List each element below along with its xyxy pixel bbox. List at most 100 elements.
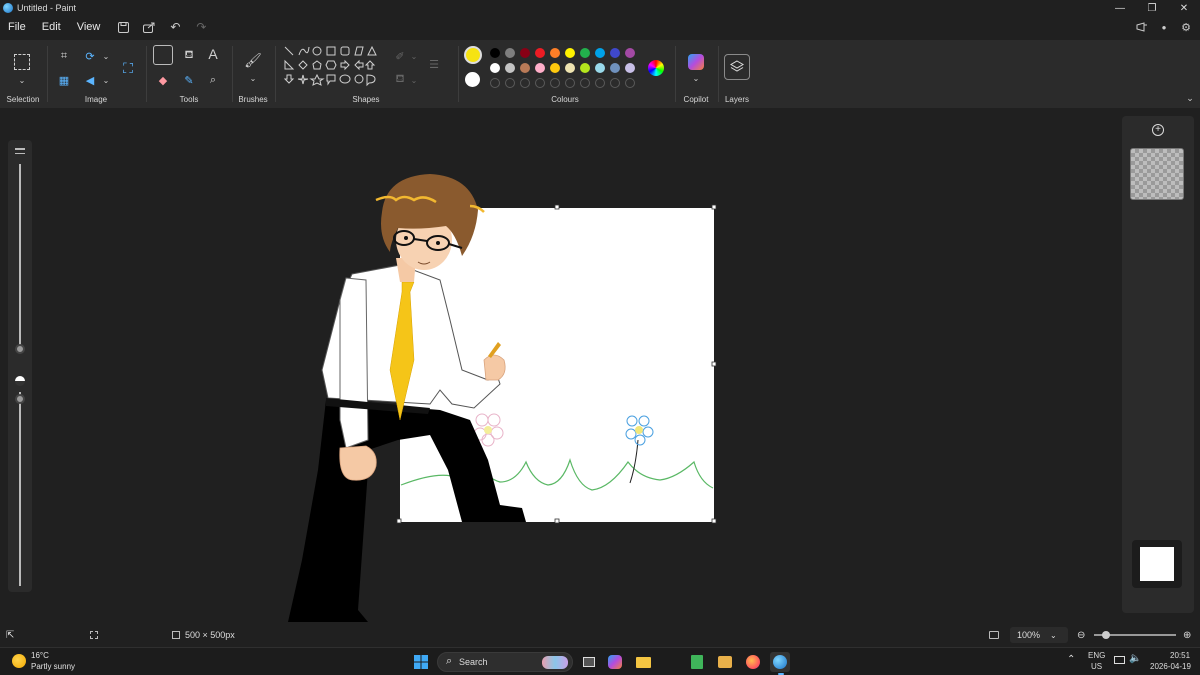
volume-icon[interactable]: 🔈 [1129,653,1141,664]
custom-colour-slot[interactable] [565,78,575,88]
settings-gear-icon[interactable]: ⚙ [1178,18,1194,36]
chevron-down-icon[interactable]: ⌄ [245,70,261,86]
chevron-down-icon[interactable]: ⌄ [98,72,114,88]
undo-icon[interactable]: ↶ [164,18,186,36]
collapse-ribbon-icon[interactable]: ⌄ [1182,90,1198,106]
colour-swatch[interactable] [490,48,500,58]
colour-swatch[interactable] [550,48,560,58]
zoom-out-icon[interactable]: ⊖ [1077,630,1085,641]
search-placeholder: Search [459,657,488,667]
taskbar-search-box[interactable]: ⌕ Search [437,652,573,672]
weather-icon[interactable] [12,654,26,668]
firefox-icon[interactable] [743,652,763,672]
menu-view[interactable]: View [69,21,109,33]
colour-swatch[interactable] [595,48,605,58]
custom-colour-slot[interactable] [625,78,635,88]
colour-swatch[interactable] [535,63,545,73]
colour-swatch[interactable] [610,48,620,58]
layers-button[interactable] [724,54,750,80]
zoom-slider-thumb[interactable] [1102,631,1110,639]
edit-colours-icon[interactable] [648,60,664,76]
custom-colour-slot[interactable] [595,78,605,88]
chevron-down-icon[interactable]: ⌄ [406,72,422,88]
canvas-size-icon [172,631,180,639]
chevron-down-icon[interactable]: ⌄ [14,72,30,88]
colour-swatch[interactable] [535,48,545,58]
colour-swatch[interactable] [505,48,515,58]
custom-colour-slot[interactable] [550,78,560,88]
colour-swatch[interactable] [565,48,575,58]
rotate-icon[interactable]: ⟳ [82,48,98,64]
crop-icon[interactable]: ⌗ [56,48,72,64]
primary-colour-swatch[interactable] [464,46,482,64]
colour-swatch[interactable] [610,63,620,73]
eraser-icon[interactable]: ◆ [155,72,171,88]
colour-swatch[interactable] [625,48,635,58]
add-layer-icon[interactable]: + [1152,124,1164,136]
custom-colour-slot[interactable] [580,78,590,88]
network-icon[interactable] [1114,656,1125,664]
menu-edit[interactable]: Edit [34,21,69,33]
close-icon[interactable]: ✕ [1168,0,1200,16]
drawing-canvas[interactable] [0,108,1118,623]
tools-label: Tools [179,95,199,104]
colour-swatch[interactable] [550,63,560,73]
chevron-down-icon[interactable]: ⌄ [688,70,704,86]
remove-background-icon[interactable]: ⛶ [118,58,138,78]
secondary-colour-swatch[interactable] [465,72,480,87]
layer-thumbnail[interactable] [1130,148,1184,200]
copilot-icon[interactable] [688,54,704,70]
shapes-gallery[interactable] [284,46,384,94]
custom-colour-slot[interactable] [505,78,515,88]
colour-swatch[interactable] [625,63,635,73]
account-icon[interactable]: ● [1156,18,1172,36]
restore-icon[interactable]: ❐ [1136,0,1168,16]
share-icon[interactable] [138,18,160,36]
copilot-taskbar-icon[interactable] [605,652,625,672]
shape-size-icon[interactable]: ☰ [426,56,442,72]
media-player-icon[interactable] [715,652,735,672]
language-code[interactable]: ENG [1088,651,1105,660]
chevron-down-icon[interactable]: ⌄ [406,48,422,64]
background-layer[interactable] [1132,540,1182,588]
fit-to-window-icon[interactable] [989,631,999,639]
sheets-app-icon[interactable] [687,652,707,672]
clock-time[interactable]: 20:51 [1170,651,1190,660]
show-hidden-icons-icon[interactable]: ⌃ [1067,654,1075,665]
colour-swatch[interactable] [520,63,530,73]
flip-icon[interactable]: ◀ [82,72,98,88]
pencil-tool-icon[interactable] [153,45,173,65]
minimize-icon[interactable]: — [1104,0,1136,16]
fill-bucket-icon[interactable]: ⛾ [181,48,197,64]
colour-swatch[interactable] [505,63,515,73]
color-picker-icon[interactable]: ✎ [181,72,197,88]
colour-swatch[interactable] [490,63,500,73]
custom-colour-slot[interactable] [520,78,530,88]
zoom-in-icon[interactable]: ⊕ [1183,630,1191,641]
file-explorer-icon[interactable] [633,652,653,672]
redo-icon[interactable]: ↷ [190,18,212,36]
rect-select-icon[interactable] [14,54,30,70]
layers-label: Layers [724,95,749,104]
save-icon[interactable] [112,18,134,36]
custom-colour-slot[interactable] [610,78,620,88]
paint-taskbar-icon[interactable] [770,652,790,672]
colour-swatch[interactable] [595,63,605,73]
custom-colour-slot[interactable] [490,78,500,88]
colour-swatch[interactable] [580,63,590,73]
weather-temp: 16°C [31,651,49,660]
magnifier-icon[interactable]: ⌕ [205,72,221,88]
colour-swatch[interactable] [520,48,530,58]
resize-icon[interactable]: ▦ [56,72,72,88]
colour-swatch[interactable] [580,48,590,58]
menu-file[interactable]: File [0,21,34,33]
start-icon[interactable] [411,652,431,672]
text-tool-icon[interactable]: A [205,46,221,62]
notification-icon[interactable] [1134,18,1150,36]
chevron-down-icon[interactable]: ⌄ [98,48,114,64]
colours-label: Colours [551,95,579,104]
custom-colour-slot[interactable] [535,78,545,88]
colour-swatch[interactable] [565,63,575,73]
brush-icon[interactable]: 🖌 [244,52,262,68]
task-view-icon[interactable] [579,652,599,672]
